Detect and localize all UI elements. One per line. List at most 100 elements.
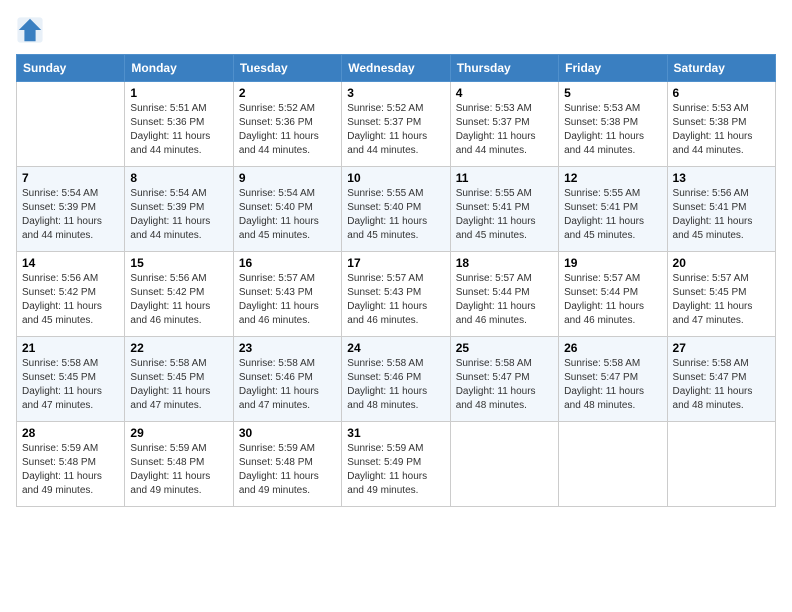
day-detail: Sunrise: 5:58 AMSunset: 5:45 PMDaylight:… [130, 357, 227, 413]
calendar-cell: 27 Sunrise: 5:58 AMSunset: 5:47 PMDayligh… [667, 337, 775, 422]
calendar-cell: 9 Sunrise: 5:54 AMSunset: 5:40 PMDaylight… [233, 167, 341, 252]
day-detail: Sunrise: 5:54 AMSunset: 5:39 PMDaylight:… [22, 187, 119, 243]
calendar-cell: 5 Sunrise: 5:53 AMSunset: 5:38 PMDaylight… [559, 82, 667, 167]
calendar-week-row: 7 Sunrise: 5:54 AMSunset: 5:39 PMDaylight… [17, 167, 776, 252]
day-detail: Sunrise: 5:58 AMSunset: 5:46 PMDaylight:… [239, 357, 336, 413]
calendar-cell: 24 Sunrise: 5:58 AMSunset: 5:46 PMDayligh… [342, 337, 450, 422]
calendar-cell: 22 Sunrise: 5:58 AMSunset: 5:45 PMDayligh… [125, 337, 233, 422]
day-number: 25 [456, 341, 553, 355]
day-number: 21 [22, 341, 119, 355]
calendar-cell: 28Sunrise: 5:59 AMSunset: 5:48 PMDayligh… [17, 422, 125, 507]
calendar-cell: 2 Sunrise: 5:52 AMSunset: 5:36 PMDaylight… [233, 82, 341, 167]
day-number: 6 [673, 86, 770, 100]
day-detail: Sunrise: 5:57 AMSunset: 5:44 PMDaylight:… [564, 272, 661, 328]
calendar-cell: 18 Sunrise: 5:57 AMSunset: 5:44 PMDayligh… [450, 252, 558, 337]
day-detail: Sunrise: 5:58 AMSunset: 5:45 PMDaylight:… [22, 357, 119, 413]
calendar-cell [667, 422, 775, 507]
calendar-cell: 19 Sunrise: 5:57 AMSunset: 5:44 PMDayligh… [559, 252, 667, 337]
header-wednesday: Wednesday [342, 55, 450, 82]
day-detail: Sunrise: 5:55 AMSunset: 5:41 PMDaylight:… [456, 187, 553, 243]
day-detail: Sunrise: 5:54 AMSunset: 5:39 PMDaylight:… [130, 187, 227, 243]
calendar-cell: 25 Sunrise: 5:58 AMSunset: 5:47 PMDayligh… [450, 337, 558, 422]
day-detail: Sunrise: 5:55 AMSunset: 5:41 PMDaylight:… [564, 187, 661, 243]
day-number: 3 [347, 86, 444, 100]
day-number: 15 [130, 256, 227, 270]
calendar-cell: 17Sunrise: 5:57 AMSunset: 5:43 PMDayligh… [342, 252, 450, 337]
header-sunday: Sunday [17, 55, 125, 82]
header-thursday: Thursday [450, 55, 558, 82]
day-number: 7 [22, 171, 119, 185]
calendar-cell: 23 Sunrise: 5:58 AMSunset: 5:46 PMDayligh… [233, 337, 341, 422]
calendar-cell: 15 Sunrise: 5:56 AMSunset: 5:42 PMDayligh… [125, 252, 233, 337]
calendar-cell: 13 Sunrise: 5:56 AMSunset: 5:41 PMDayligh… [667, 167, 775, 252]
day-number: 19 [564, 256, 661, 270]
day-number: 5 [564, 86, 661, 100]
calendar-cell: 29 Sunrise: 5:59 AMSunset: 5:48 PMDayligh… [125, 422, 233, 507]
calendar-cell [559, 422, 667, 507]
day-number: 9 [239, 171, 336, 185]
day-detail: Sunrise: 5:58 AMSunset: 5:47 PMDaylight:… [673, 357, 770, 413]
calendar-cell: 11 Sunrise: 5:55 AMSunset: 5:41 PMDayligh… [450, 167, 558, 252]
calendar-cell: 16Sunrise: 5:57 AMSunset: 5:43 PMDayligh… [233, 252, 341, 337]
calendar-cell: 10 Sunrise: 5:55 AMSunset: 5:40 PMDayligh… [342, 167, 450, 252]
calendar-cell: 4Sunrise: 5:53 AMSunset: 5:37 PMDaylight… [450, 82, 558, 167]
calendar-cell [450, 422, 558, 507]
day-detail: Sunrise: 5:59 AMSunset: 5:48 PMDaylight:… [22, 442, 119, 498]
day-detail: Sunrise: 5:59 AMSunset: 5:48 PMDaylight:… [239, 442, 336, 498]
day-detail: Sunrise: 5:53 AMSunset: 5:38 PMDaylight:… [564, 102, 661, 158]
day-detail: Sunrise: 5:54 AMSunset: 5:40 PMDaylight:… [239, 187, 336, 243]
calendar-header-row: SundayMondayTuesdayWednesdayThursdayFrid… [17, 55, 776, 82]
day-detail: Sunrise: 5:58 AMSunset: 5:46 PMDaylight:… [347, 357, 444, 413]
calendar-cell: 20Sunrise: 5:57 AMSunset: 5:45 PMDayligh… [667, 252, 775, 337]
day-detail: Sunrise: 5:56 AMSunset: 5:41 PMDaylight:… [673, 187, 770, 243]
day-detail: Sunrise: 5:59 AMSunset: 5:49 PMDaylight:… [347, 442, 444, 498]
day-number: 13 [673, 171, 770, 185]
day-detail: Sunrise: 5:56 AMSunset: 5:42 PMDaylight:… [22, 272, 119, 328]
day-detail: Sunrise: 5:53 AMSunset: 5:38 PMDaylight:… [673, 102, 770, 158]
day-detail: Sunrise: 5:51 AMSunset: 5:36 PMDaylight:… [130, 102, 227, 158]
logo [16, 16, 48, 44]
day-number: 24 [347, 341, 444, 355]
calendar-cell: 8 Sunrise: 5:54 AMSunset: 5:39 PMDaylight… [125, 167, 233, 252]
calendar-cell: 7 Sunrise: 5:54 AMSunset: 5:39 PMDaylight… [17, 167, 125, 252]
day-detail: Sunrise: 5:58 AMSunset: 5:47 PMDaylight:… [564, 357, 661, 413]
day-number: 17 [347, 256, 444, 270]
day-number: 2 [239, 86, 336, 100]
day-number: 22 [130, 341, 227, 355]
day-number: 31 [347, 426, 444, 440]
day-number: 10 [347, 171, 444, 185]
day-detail: Sunrise: 5:55 AMSunset: 5:40 PMDaylight:… [347, 187, 444, 243]
day-number: 11 [456, 171, 553, 185]
day-number: 4 [456, 86, 553, 100]
day-number: 20 [673, 256, 770, 270]
calendar-cell: 3Sunrise: 5:52 AMSunset: 5:37 PMDaylight… [342, 82, 450, 167]
day-detail: Sunrise: 5:57 AMSunset: 5:44 PMDaylight:… [456, 272, 553, 328]
day-detail: Sunrise: 5:58 AMSunset: 5:47 PMDaylight:… [456, 357, 553, 413]
day-number: 29 [130, 426, 227, 440]
day-number: 27 [673, 341, 770, 355]
calendar-cell: 21 Sunrise: 5:58 AMSunset: 5:45 PMDayligh… [17, 337, 125, 422]
header-monday: Monday [125, 55, 233, 82]
calendar-week-row: 21 Sunrise: 5:58 AMSunset: 5:45 PMDayligh… [17, 337, 776, 422]
day-detail: Sunrise: 5:52 AMSunset: 5:36 PMDaylight:… [239, 102, 336, 158]
day-number: 16 [239, 256, 336, 270]
day-number: 12 [564, 171, 661, 185]
logo-icon [16, 16, 44, 44]
day-detail: Sunrise: 5:56 AMSunset: 5:42 PMDaylight:… [130, 272, 227, 328]
calendar-week-row: 14Sunrise: 5:56 AMSunset: 5:42 PMDayligh… [17, 252, 776, 337]
day-number: 23 [239, 341, 336, 355]
calendar-cell: 12 Sunrise: 5:55 AMSunset: 5:41 PMDayligh… [559, 167, 667, 252]
calendar-table: SundayMondayTuesdayWednesdayThursdayFrid… [16, 54, 776, 507]
day-detail: Sunrise: 5:59 AMSunset: 5:48 PMDaylight:… [130, 442, 227, 498]
day-number: 8 [130, 171, 227, 185]
calendar-cell [17, 82, 125, 167]
header-tuesday: Tuesday [233, 55, 341, 82]
calendar-cell: 14Sunrise: 5:56 AMSunset: 5:42 PMDayligh… [17, 252, 125, 337]
calendar-week-row: 1 Sunrise: 5:51 AMSunset: 5:36 PMDaylight… [17, 82, 776, 167]
day-number: 30 [239, 426, 336, 440]
calendar-cell: 26Sunrise: 5:58 AMSunset: 5:47 PMDayligh… [559, 337, 667, 422]
header-saturday: Saturday [667, 55, 775, 82]
day-number: 1 [130, 86, 227, 100]
calendar-cell: 1 Sunrise: 5:51 AMSunset: 5:36 PMDaylight… [125, 82, 233, 167]
day-number: 18 [456, 256, 553, 270]
